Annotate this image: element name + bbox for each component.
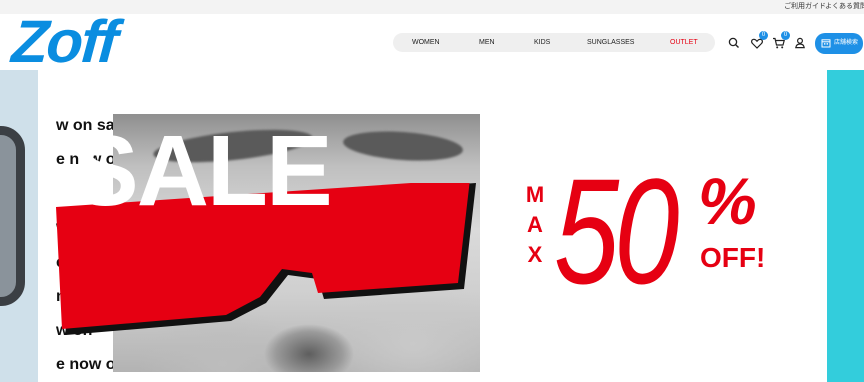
favorites-count-badge: 0	[759, 31, 768, 40]
favorites-button[interactable]: 0	[748, 31, 768, 52]
utility-bar: ご利用ガイド よくある質問	[0, 0, 864, 14]
eyewear-image	[0, 126, 25, 306]
zoff-logo[interactable]: Zoff	[10, 8, 119, 75]
calendar-icon	[821, 39, 831, 48]
site-header: Zoff WOMEN MEN KIDS SUNGLASSES OUTLET 0 …	[0, 8, 864, 75]
percent-sign: %	[698, 164, 757, 238]
faq-link[interactable]: よくある質問	[825, 2, 864, 12]
hero-carousel[interactable]: w on sale e now on w e n now w on e now …	[0, 70, 864, 382]
main-nav: WOMEN MEN KIDS SUNGLASSES OUTLET	[393, 33, 715, 52]
off-label: OFF!	[700, 242, 766, 273]
eyebrow-shape	[342, 127, 464, 165]
next-slide-peek[interactable]	[827, 70, 864, 382]
store-search-button[interactable]: 店舗検索	[815, 33, 863, 54]
nav-item-men[interactable]: MEN	[479, 33, 495, 52]
discount-number: 50	[554, 147, 679, 315]
max-label: M A X	[520, 180, 550, 270]
cart-button[interactable]: 0	[770, 31, 790, 52]
store-search-label: 店舗検索	[834, 40, 859, 46]
max-letter: X	[527, 242, 543, 267]
nav-item-women[interactable]: WOMEN	[412, 33, 440, 52]
user-icon[interactable]	[791, 34, 809, 52]
previous-slide-peek[interactable]	[0, 70, 38, 382]
nav-item-sunglasses[interactable]: SUNGLASSES	[587, 33, 634, 52]
nav-item-kids[interactable]: KIDS	[534, 33, 550, 52]
guide-link[interactable]: ご利用ガイド	[784, 2, 826, 12]
sale-banner[interactable]: w on sale e now on w e n now w on e now …	[38, 70, 827, 382]
max-letter: A	[527, 212, 543, 237]
cart-count-badge: 0	[781, 31, 790, 40]
nav-item-outlet[interactable]: OUTLET	[670, 33, 698, 52]
sale-headline: SALE	[72, 115, 333, 227]
search-icon[interactable]	[725, 34, 743, 52]
max-letter: M	[525, 182, 545, 207]
